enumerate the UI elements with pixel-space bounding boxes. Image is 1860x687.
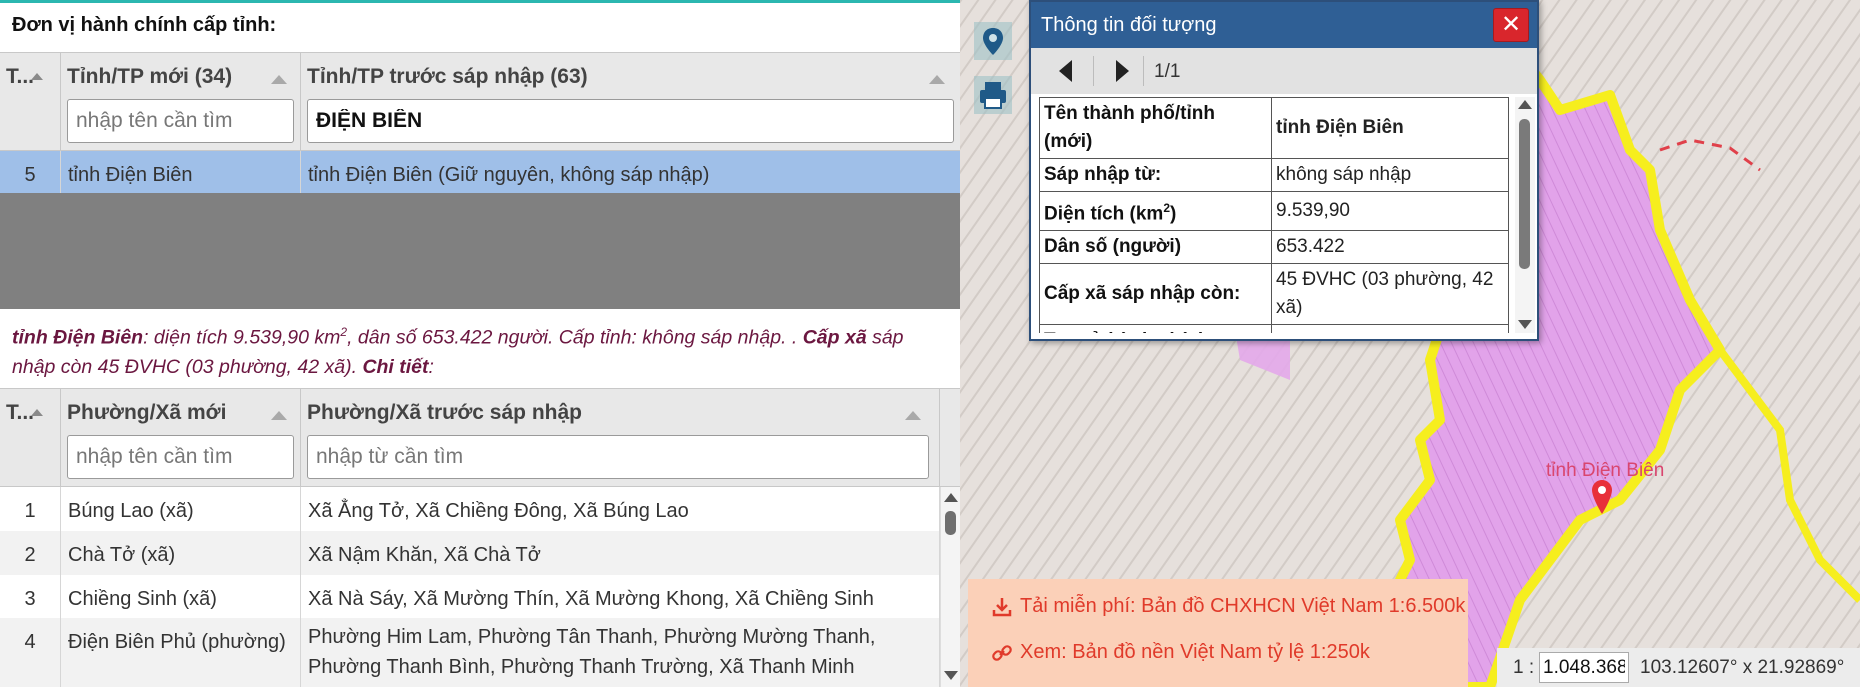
sort-up-icon	[929, 75, 945, 84]
scroll-down-icon[interactable]	[944, 671, 958, 680]
table-row[interactable]: 2 Chà Tở (xã) Xã Nậm Khăn, Xã Chà Tở	[0, 531, 960, 575]
detail-link[interactable]: Chi tiết	[362, 356, 428, 378]
attribute-row: Sáp nhập từ: không sáp nhập	[1039, 158, 1509, 192]
province-summary: tỉnh Điện Biên: diện tích 9.539,90 km2, …	[12, 325, 904, 378]
table-row[interactable]: 5 tỉnh Điện Biên tỉnh Điện Biên (Giữ ngu…	[0, 151, 960, 194]
scroll-thumb[interactable]	[1519, 119, 1530, 269]
col-header-old-commune[interactable]: Phường/Xã trước sáp nhập	[301, 389, 940, 487]
scale-bar: 1 : 103.12607° x 21.92869°	[1497, 648, 1860, 687]
row-new-commune: Chà Tở (xã)	[61, 531, 301, 575]
popup-scrollbar[interactable]	[1515, 97, 1535, 333]
table-row[interactable]: 3 Chiềng Sinh (xã) Xã Nà Sáy, Xã Mường T…	[0, 575, 960, 618]
map-marker-icon[interactable]	[1592, 480, 1612, 514]
commune-grid-header: T... Phường/Xã mới Phường/Xã trước sáp n…	[0, 389, 960, 487]
province-grid-header: T... Tỉnh/TP mới (34) Tỉnh/TP trước sáp …	[0, 53, 960, 151]
scroll-up-icon[interactable]	[1518, 100, 1532, 109]
row-index: 1	[0, 487, 61, 531]
attribute-row: Tên thành phố/tỉnh (mới) tỉnh Điện Biên	[1039, 97, 1509, 159]
page-counter: 1/1	[1154, 61, 1181, 82]
scroll-up-icon[interactable]	[944, 493, 958, 502]
row-old-commune: Xã Ẳng Tở, Xã Chiềng Đông, Xã Búng Lao	[301, 487, 940, 531]
close-icon[interactable]: ✕	[1493, 8, 1529, 42]
link-icon	[992, 645, 1012, 661]
pager-divider	[1093, 56, 1094, 86]
col-header-old-province[interactable]: Tỉnh/TP trước sáp nhập (63)	[301, 53, 960, 151]
table-row[interactable]: 1 Búng Lao (xã) Xã Ẳng Tở, Xã Chiềng Đôn…	[0, 487, 960, 531]
new-commune-search-input[interactable]	[67, 435, 294, 479]
col-header-index[interactable]: T...	[0, 53, 61, 151]
sort-up-icon	[31, 409, 43, 416]
location-pin-icon[interactable]	[974, 22, 1012, 60]
prev-arrow-icon[interactable]	[1059, 60, 1072, 82]
summary-province-name: tỉnh Điện Biên	[12, 326, 144, 349]
col-header-index[interactable]: T...	[0, 389, 61, 487]
coordinates-readout: 103.12607° x 21.92869°	[1640, 657, 1845, 678]
attribute-row: Dân số (người) 653.422	[1039, 230, 1509, 265]
attribute-row: Trụ sở hành chính ...	[1039, 324, 1509, 333]
sort-up-icon	[905, 411, 921, 420]
scroll-thumb[interactable]	[945, 511, 956, 535]
attribute-row: Cấp xã sáp nhập còn: 45 ĐVHC (03 phường,…	[1039, 263, 1509, 326]
panel-title: Đơn vị hành chính cấp tỉnh:	[12, 14, 277, 36]
table-row[interactable]: 4 Điện Biên Phủ (phường) Phường Him Lam,…	[0, 618, 960, 687]
col-header-new-province[interactable]: Tỉnh/TP mới (34)	[61, 53, 301, 151]
row-old-commune: Xã Nậm Khăn, Xã Chà Tở	[301, 531, 940, 575]
row-old-commune: Xã Nà Sáy, Xã Mường Thín, Xã Mường Khong…	[301, 575, 940, 618]
col-header-new-commune[interactable]: Phường/Xã mới	[61, 389, 301, 487]
popup-title: Thông tin đối tượng	[1041, 14, 1217, 36]
sort-up-icon	[31, 73, 43, 80]
row-old-commune: Phường Him Lam, Phường Tân Thanh, Phường…	[301, 618, 940, 687]
commune-grid-scrollbar[interactable]	[940, 487, 960, 687]
scale-prefix: 1 :	[1513, 657, 1535, 678]
row-new-commune: Búng Lao (xã)	[61, 487, 301, 531]
sort-up-icon	[271, 411, 287, 420]
commune-grid: T... Phường/Xã mới Phường/Xã trước sáp n…	[0, 388, 960, 687]
feature-attributes-table: Tên thành phố/tỉnh (mới) tỉnh Điện Biên …	[1039, 97, 1509, 333]
old-province-search-input[interactable]	[307, 99, 954, 143]
row-index: 3	[0, 575, 61, 618]
row-old-province: tỉnh Điện Biên (Giữ nguyên, không sáp nh…	[308, 164, 710, 186]
popup-body: Tên thành phố/tỉnh (mới) tỉnh Điện Biên …	[1039, 97, 1509, 333]
empty-grid-area	[0, 193, 960, 309]
feature-info-popup: Thông tin đối tượng ✕ 1/1 Tên thành phố/…	[1029, 0, 1539, 341]
top-accent-line	[0, 0, 960, 3]
new-province-search-input[interactable]	[67, 99, 294, 143]
sort-up-icon	[271, 75, 287, 84]
row-new-commune: Điện Biên Phủ (phường)	[61, 618, 301, 687]
row-new-commune: Chiềng Sinh (xã)	[61, 575, 301, 618]
next-arrow-icon[interactable]	[1116, 60, 1129, 82]
download-box: Tải miễn phí: Bản đồ CHXHCN Việt Nam 1:6…	[968, 579, 1468, 687]
popup-header: Thông tin đối tượng ✕	[1031, 2, 1537, 48]
attribute-row: Diện tích (km2) 9.539,90	[1039, 190, 1509, 232]
download-icon	[992, 598, 1012, 617]
pager-divider	[1143, 56, 1144, 86]
popup-pager: 1/1	[1031, 48, 1537, 94]
row-index: 2	[0, 531, 61, 575]
left-panel: Đơn vị hành chính cấp tỉnh: T... Tỉnh/TP…	[0, 0, 960, 687]
old-commune-search-input[interactable]	[307, 435, 929, 479]
map-province-label: tỉnh Điện Biên	[1546, 460, 1665, 481]
commune-link[interactable]: Cấp xã	[803, 327, 867, 349]
row-index: 5	[0, 151, 61, 194]
row-new-province: tỉnh Điện Biên	[61, 151, 301, 194]
print-icon[interactable]	[974, 76, 1012, 114]
scale-input[interactable]	[1539, 652, 1629, 683]
row-index: 4	[0, 618, 61, 687]
scroll-down-icon[interactable]	[1518, 320, 1532, 329]
